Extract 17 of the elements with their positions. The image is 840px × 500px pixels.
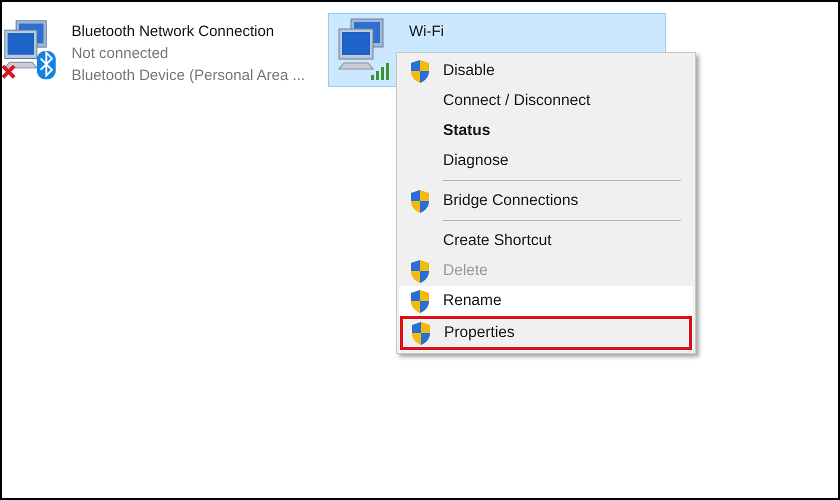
menu-item[interactable]: Diagnose [399, 146, 693, 176]
menu-item[interactable]: Status [399, 116, 693, 146]
shield-icon [409, 58, 431, 84]
menu-item[interactable]: Rename [399, 286, 693, 316]
network-adapter[interactable]: Bluetooth Network Connection Not connected Bluetooth Device (Personal Area ... [2, 13, 312, 87]
menu-item[interactable]: Create Shortcut [399, 226, 693, 256]
menu-item[interactable]: Properties [400, 316, 692, 350]
adapter-device: Bluetooth Device (Personal Area ... [72, 66, 305, 86]
shield-icon [409, 188, 431, 214]
shield-icon [409, 288, 431, 314]
shield-icon [410, 320, 432, 346]
menu-item[interactable]: Connect / Disconnect [399, 86, 693, 116]
adapter-name: Wi-Fi [409, 22, 444, 42]
adapter-name: Bluetooth Network Connection [72, 22, 276, 42]
menu-item[interactable]: Bridge Connections [399, 186, 693, 216]
shield-icon [409, 258, 431, 284]
adapter-status: Not connected [72, 44, 170, 64]
